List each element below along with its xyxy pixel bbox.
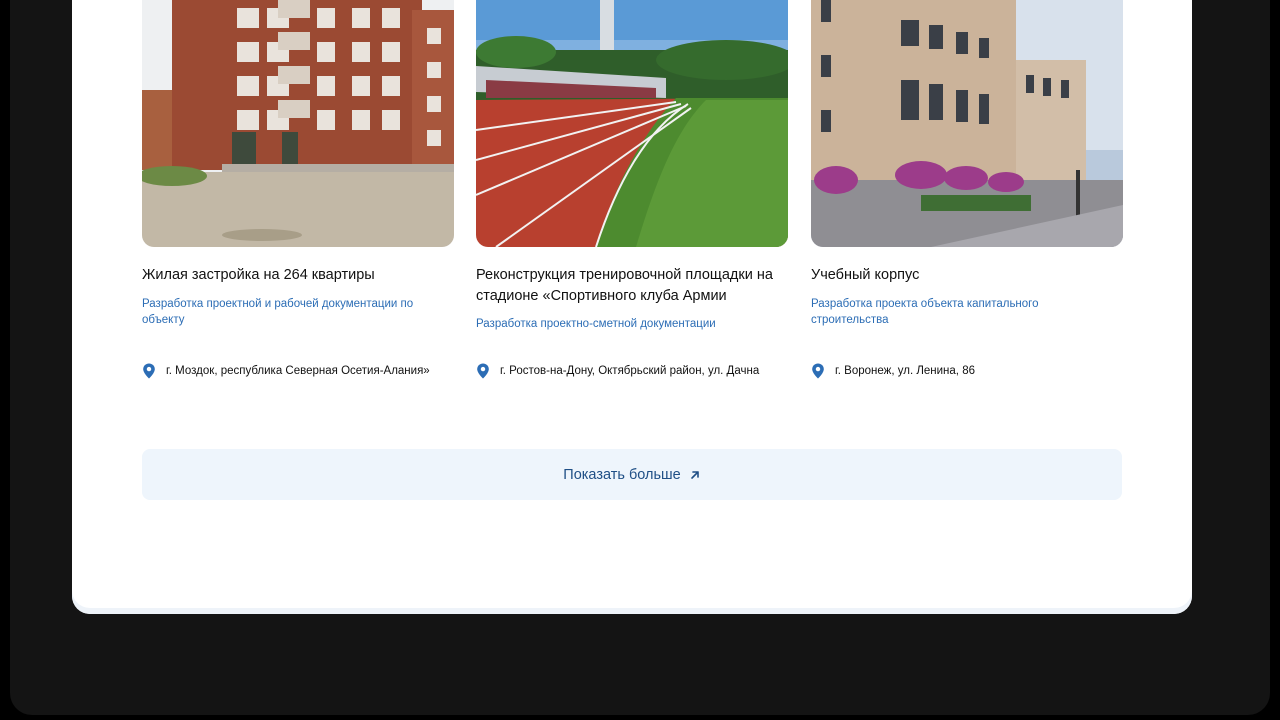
arrow-up-right-icon [690,470,699,479]
location-text: г. Моздок, республика Северная Осетия-Ал… [166,365,430,377]
project-title[interactable]: Жилая застройка на 264 квартиры [142,265,454,286]
show-more-label: Показать больше [563,466,681,483]
location-text: г. Ростов-на-Дону, Октябрьский район, ул… [500,365,760,377]
project-location: г. Воронеж, ул. Ленина, 86 [811,363,975,379]
location-text: г. Воронеж, ул. Ленина, 86 [835,365,975,377]
project-title[interactable]: Учебный корпус [811,265,1123,286]
show-more-button[interactable]: Показать больше [142,449,1122,500]
project-description: Разработка проектной и рабочей документа… [142,298,414,326]
project-photo-academic[interactable] [811,0,1123,247]
project-photo-stadium[interactable] [476,0,788,247]
project-photo-residential[interactable] [142,0,454,247]
map-pin-icon [477,363,489,379]
project-location: г. Моздок, республика Северная Осетия-Ал… [142,363,430,379]
project-description: Разработка проектно-сметной документации [476,318,716,330]
map-pin-icon [812,363,824,379]
project-title[interactable]: Реконструкция тренировочной площадки на … [476,265,788,307]
project-location: г. Ростов-на-Дону, Октябрьский район, ул… [476,363,759,379]
project-description: Разработка проекта объекта капитального … [811,298,1039,326]
map-pin-icon [143,363,155,379]
